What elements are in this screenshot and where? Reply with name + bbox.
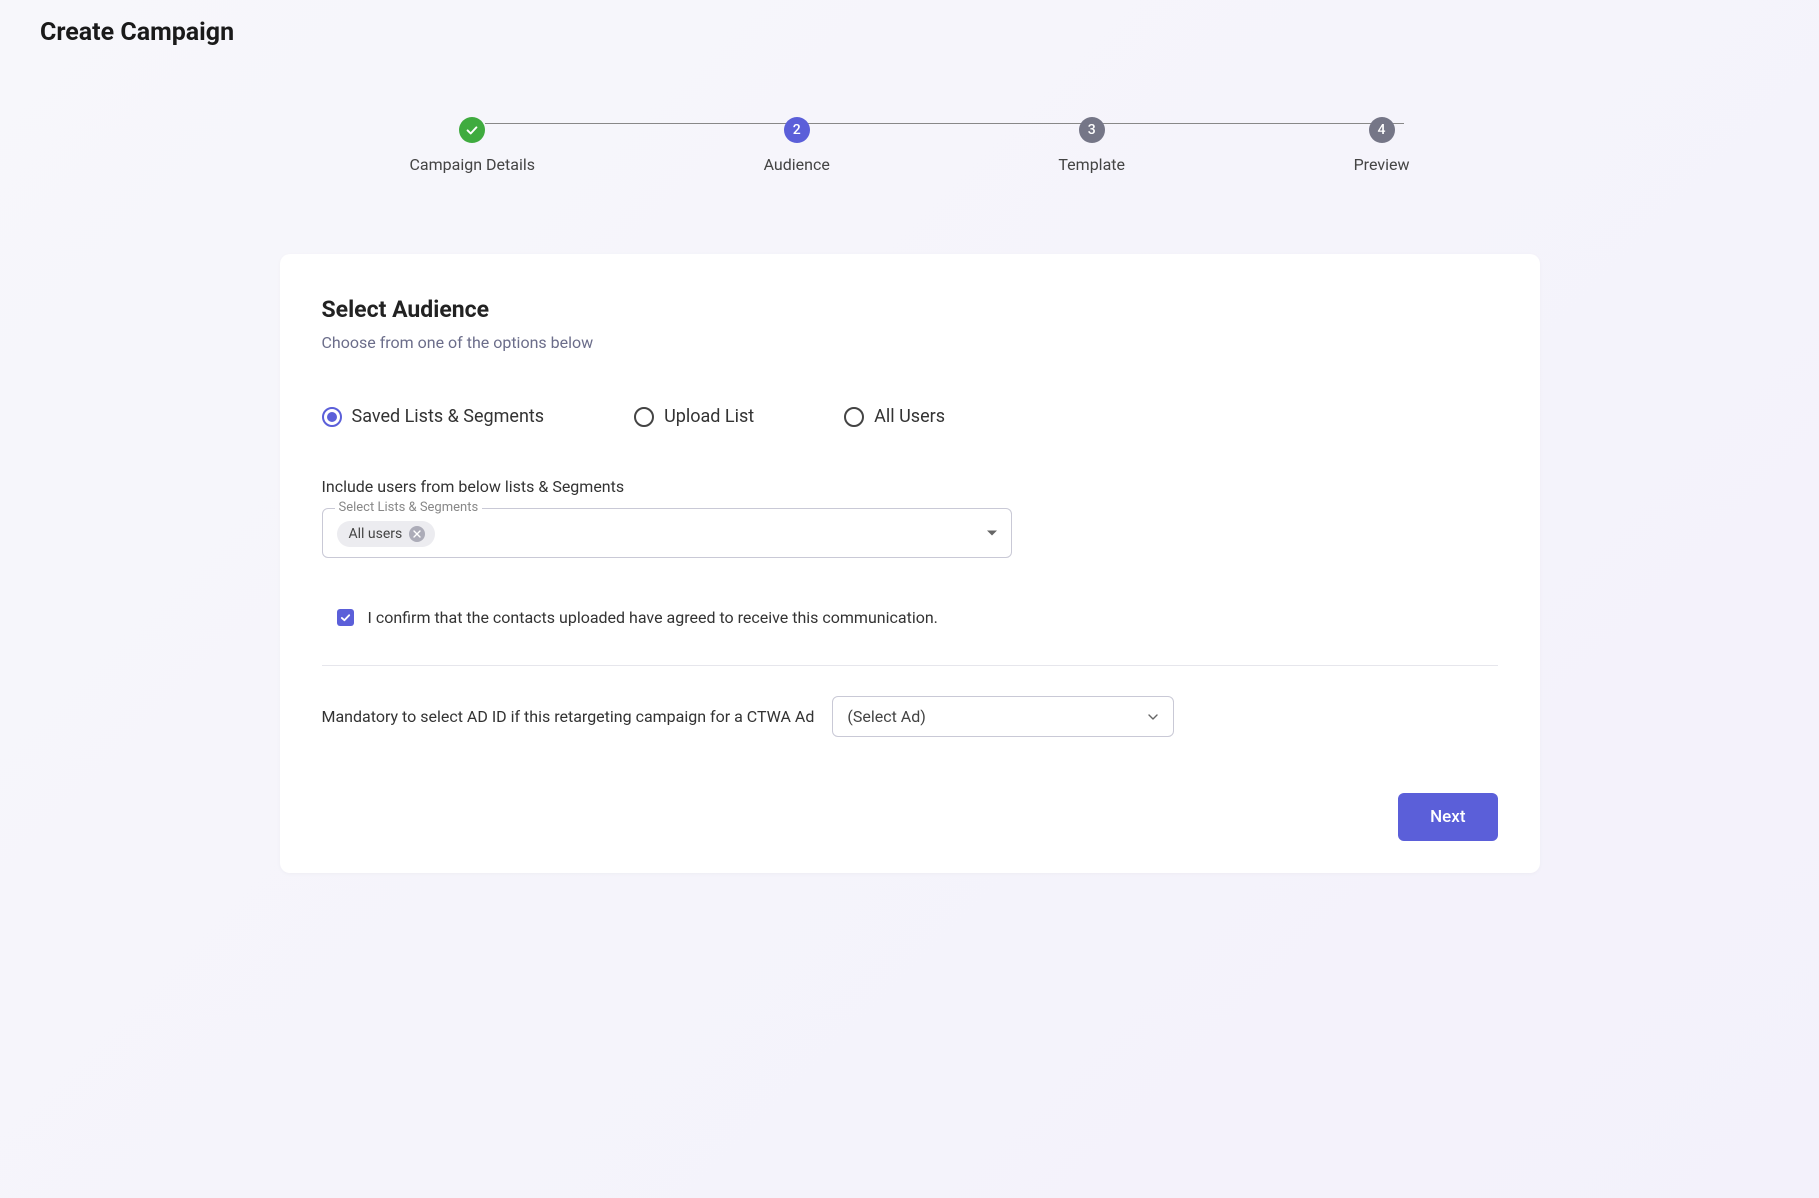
confirm-text: I confirm that the contacts uploaded hav… — [368, 608, 938, 627]
step-label: Template — [1058, 155, 1125, 174]
radio-icon — [322, 407, 342, 427]
step-campaign-details[interactable]: Campaign Details — [410, 117, 535, 174]
step-template[interactable]: 3 Template — [1058, 117, 1125, 174]
button-row: Next — [322, 793, 1498, 841]
radio-icon — [844, 407, 864, 427]
confirm-checkbox-row: I confirm that the contacts uploaded hav… — [337, 608, 1498, 627]
audience-card: Select Audience Choose from one of the o… — [280, 254, 1540, 873]
step-label: Audience — [764, 155, 830, 174]
step-number-icon: 3 — [1079, 117, 1105, 143]
section-title: Select Audience — [322, 296, 1498, 323]
audience-radio-group: Saved Lists & Segments Upload List All U… — [322, 406, 1498, 427]
step-label: Campaign Details — [410, 155, 535, 174]
section-subtitle: Choose from one of the options below — [322, 333, 1498, 352]
step-preview[interactable]: 4 Preview — [1354, 117, 1410, 174]
stepper: Campaign Details 2 Audience 3 Template 4… — [360, 117, 1460, 174]
ad-select[interactable]: (Select Ad) — [832, 696, 1174, 737]
chevron-down-icon — [1147, 711, 1159, 723]
chip-all-users: All users — [337, 521, 436, 547]
check-icon — [459, 117, 485, 143]
step-number-icon: 4 — [1369, 117, 1395, 143]
radio-saved-lists[interactable]: Saved Lists & Segments — [322, 406, 545, 427]
step-number-icon: 2 — [784, 117, 810, 143]
page-title: Create Campaign — [40, 18, 1779, 47]
radio-label: Saved Lists & Segments — [352, 406, 545, 427]
confirm-checkbox[interactable] — [337, 609, 354, 626]
chip-label: All users — [349, 526, 403, 542]
ad-row: Mandatory to select AD ID if this retarg… — [322, 696, 1498, 737]
radio-upload-list[interactable]: Upload List — [634, 406, 754, 427]
radio-label: Upload List — [664, 406, 754, 427]
close-icon[interactable] — [409, 526, 425, 542]
divider — [322, 665, 1498, 666]
next-button[interactable]: Next — [1398, 793, 1497, 841]
radio-label: All Users — [874, 406, 945, 427]
radio-all-users[interactable]: All Users — [844, 406, 945, 427]
radio-icon — [634, 407, 654, 427]
ad-select-placeholder: (Select Ad) — [847, 707, 925, 726]
ad-label: Mandatory to select AD ID if this retarg… — [322, 707, 815, 726]
lists-segments-select[interactable]: Select Lists & Segments All users — [322, 508, 1012, 558]
include-label: Include users from below lists & Segment… — [322, 477, 1498, 496]
chevron-down-icon[interactable] — [987, 531, 997, 536]
step-label: Preview — [1354, 155, 1410, 174]
step-audience[interactable]: 2 Audience — [764, 117, 830, 174]
select-legend: Select Lists & Segments — [335, 500, 483, 515]
